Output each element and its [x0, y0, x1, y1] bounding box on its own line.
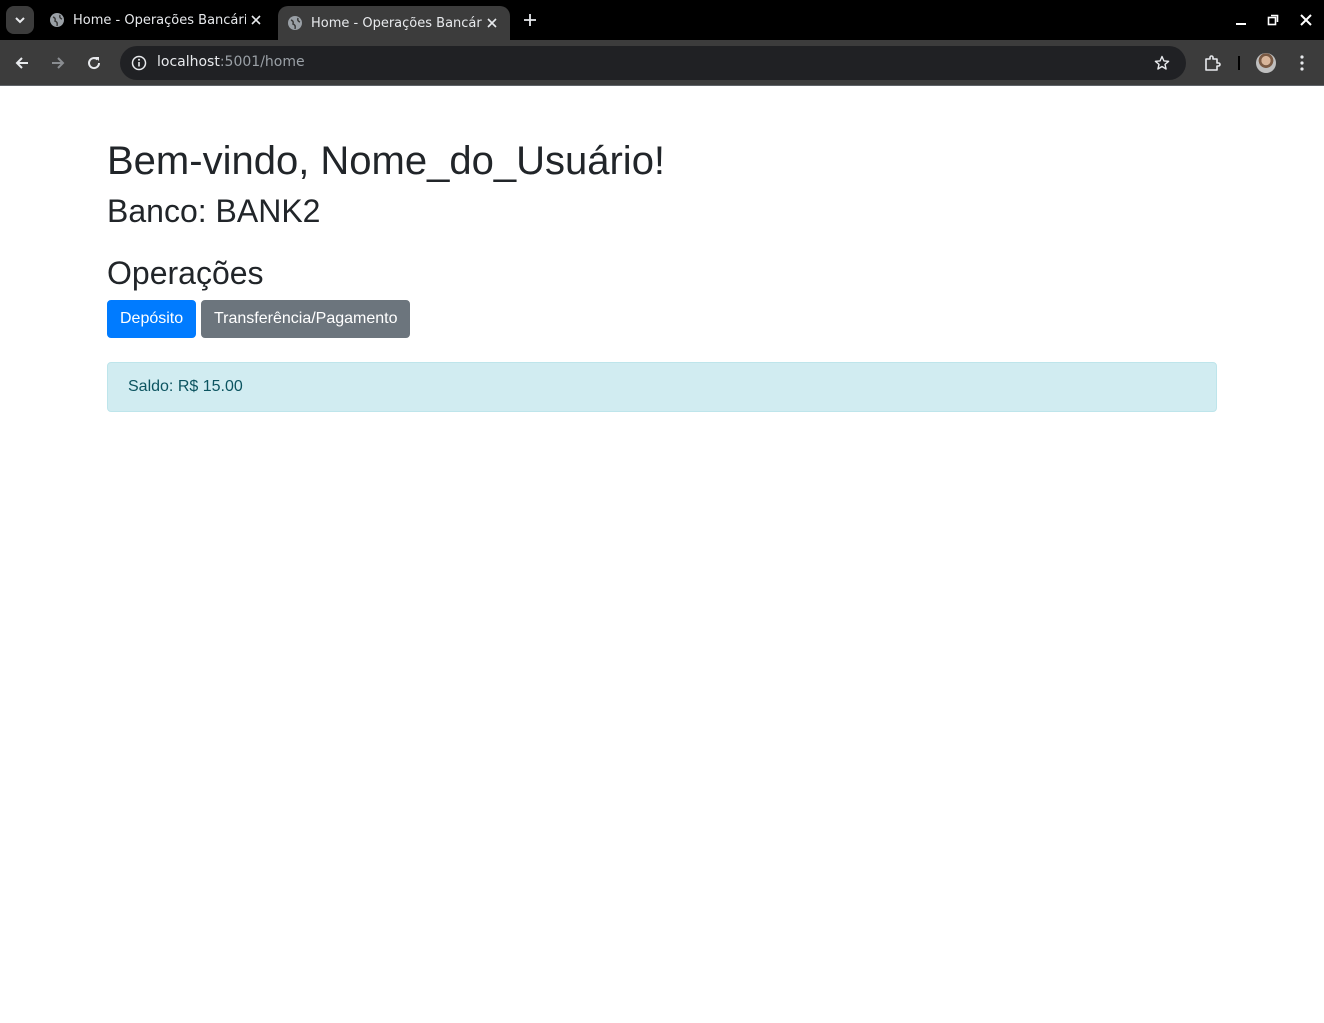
browser-toolbar: localhost:5001/home	[0, 40, 1324, 86]
plus-icon	[524, 14, 536, 26]
operations-heading: Operações	[107, 255, 264, 291]
reload-button[interactable]	[82, 51, 106, 75]
arrow-right-icon	[52, 57, 65, 69]
back-button[interactable]	[10, 51, 34, 75]
transfer-payment-button[interactable]: Transferência/Pagamento	[201, 300, 410, 338]
tab-title: Home - Operações Bancárias	[311, 15, 482, 31]
globe-icon	[287, 15, 303, 31]
new-tab-button[interactable]	[518, 8, 542, 32]
toolbar-divider	[1238, 56, 1240, 70]
minimize-button[interactable]	[1231, 10, 1251, 30]
browser-tab-1[interactable]: Home - Operações Bancárias	[40, 0, 274, 40]
info-icon[interactable]	[128, 52, 150, 74]
window-close-button[interactable]	[1296, 10, 1316, 30]
close-icon	[1300, 14, 1312, 26]
restore-button[interactable]	[1263, 10, 1283, 30]
browser-tab-2[interactable]: Home - Operações Bancárias	[278, 6, 510, 40]
star-icon[interactable]	[1152, 53, 1172, 73]
chevron-down-icon	[15, 17, 25, 24]
forward-button[interactable]	[46, 51, 70, 75]
globe-icon	[49, 12, 65, 28]
tab-title: Home - Operações Bancárias	[73, 12, 246, 28]
url-text: localhost:5001/home	[157, 54, 305, 70]
kebab-menu-icon[interactable]	[1290, 51, 1314, 75]
minimize-icon	[1236, 23, 1246, 25]
puzzle-icon[interactable]	[1200, 51, 1224, 75]
balance-alert: Saldo: R$ 15.00	[107, 362, 1217, 412]
tab-search-button[interactable]	[6, 6, 34, 34]
welcome-heading: Bem-vindo, Nome_do_Usuário!	[107, 139, 666, 183]
close-icon[interactable]	[246, 10, 266, 30]
deposit-button[interactable]: Depósito	[107, 300, 196, 338]
restore-icon	[1267, 14, 1279, 26]
url-path: :5001/home	[219, 54, 305, 70]
bank-heading: Banco: BANK2	[107, 193, 321, 229]
avatar[interactable]	[1256, 53, 1276, 73]
address-bar[interactable]: localhost:5001/home	[120, 46, 1186, 80]
browser-tabstrip: Home - Operações Bancárias Home - Operaç…	[0, 0, 1324, 40]
reload-icon	[88, 57, 101, 70]
url-host: localhost	[157, 54, 220, 70]
close-icon[interactable]	[482, 13, 502, 33]
arrow-left-icon	[15, 57, 28, 69]
page-content: Bem-vindo, Nome_do_Usuário! Banco: BANK2…	[0, 87, 1324, 1023]
